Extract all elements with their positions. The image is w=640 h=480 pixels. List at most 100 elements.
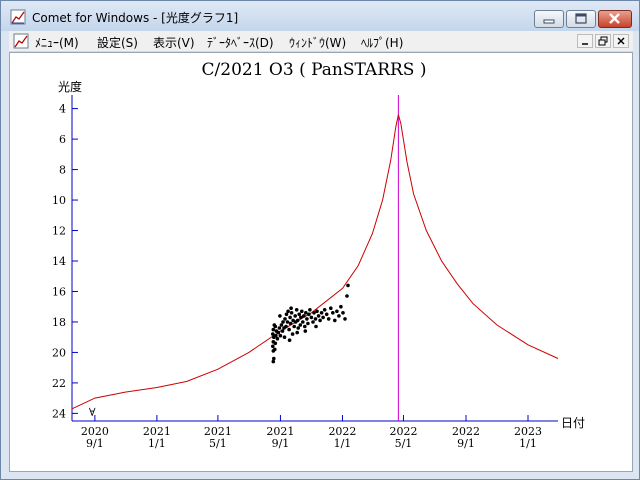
maximize-button[interactable] bbox=[566, 10, 596, 28]
observation-point bbox=[278, 333, 283, 338]
observation-point bbox=[280, 329, 285, 333]
light-curve-chart[interactable]: C/2021 O3 ( PanSTARRS ) 光度 日付 4 6 8 10 12 14 1… bbox=[10, 53, 632, 471]
observation-point bbox=[314, 324, 318, 329]
observation-point bbox=[301, 320, 305, 324]
observation-point bbox=[282, 335, 287, 340]
child-minimize-button[interactable] bbox=[577, 34, 593, 48]
app-window: Comet for Windows - [光度グラフ1] ﾒﾆｭｰ(M) 設定(… bbox=[0, 0, 640, 480]
y-tick-label: 10 bbox=[52, 194, 66, 207]
graph-document-icon[interactable] bbox=[10, 9, 26, 25]
observation-point bbox=[271, 344, 275, 349]
observation-point bbox=[289, 311, 294, 315]
graph-client-area: C/2021 O3 ( PanSTARRS ) 光度 日付 4 6 8 10 12 14 1… bbox=[9, 52, 633, 472]
child-close-button[interactable] bbox=[613, 34, 629, 48]
close-icon bbox=[609, 13, 620, 24]
observation-point bbox=[305, 317, 309, 321]
observation-point bbox=[288, 315, 292, 320]
observation-point bbox=[295, 330, 300, 335]
observation-point bbox=[313, 317, 318, 321]
menu-window[interactable]: ｳｨﾝﾄﾞｳ(W) bbox=[289, 34, 346, 51]
observation-point bbox=[346, 283, 350, 288]
observation-point bbox=[315, 309, 319, 314]
observation-point bbox=[316, 314, 321, 318]
observation-point bbox=[273, 341, 278, 346]
date-marker: ∀ bbox=[89, 406, 96, 419]
observation-point bbox=[294, 308, 299, 312]
y-tick-label: 22 bbox=[52, 377, 66, 390]
close-button[interactable] bbox=[598, 10, 632, 28]
chart-title: C/2021 O3 ( PanSTARRS ) bbox=[202, 60, 427, 80]
minimize-icon bbox=[543, 19, 555, 24]
y-tick-label: 18 bbox=[52, 316, 66, 329]
observation-point bbox=[277, 326, 282, 330]
child-close-icon bbox=[617, 37, 625, 45]
observation-point bbox=[271, 332, 275, 336]
observation-point bbox=[283, 317, 287, 321]
observation-point bbox=[309, 315, 314, 320]
observation-point bbox=[343, 317, 347, 321]
observation-point bbox=[296, 326, 301, 330]
x-tick-label-date: 1/1 bbox=[519, 437, 537, 450]
observation-point bbox=[292, 324, 297, 329]
child-restore-icon bbox=[598, 36, 608, 46]
menu-view[interactable]: 表示(V) bbox=[153, 34, 195, 51]
observation-point bbox=[341, 311, 345, 315]
observation-point bbox=[290, 332, 295, 336]
observation-point bbox=[298, 323, 303, 327]
observation-point bbox=[285, 320, 290, 324]
observation-point bbox=[308, 308, 312, 312]
x-tick-label-date: 9/1 bbox=[86, 437, 104, 450]
y-tick-label: 8 bbox=[59, 164, 66, 177]
observation-point bbox=[306, 321, 310, 326]
observation-point bbox=[318, 318, 322, 323]
y-axis-label: 光度 bbox=[58, 79, 82, 94]
observation-point bbox=[302, 314, 306, 318]
x-tick-label-date: 5/1 bbox=[209, 437, 227, 450]
observation-point bbox=[326, 317, 331, 321]
y-tick-label: 14 bbox=[52, 255, 66, 268]
x-tick-label-date: 1/1 bbox=[148, 437, 166, 450]
menu-bar: ﾒﾆｭｰ(M) 設定(S) 表示(V) ﾃﾞｰﾀﾍﾞｰｽ(D) ｳｨﾝﾄﾞｳ(W… bbox=[9, 31, 633, 52]
child-minimize-icon bbox=[582, 43, 588, 45]
observation-point bbox=[271, 359, 276, 364]
menu-menu[interactable]: ﾒﾆｭｰ(M) bbox=[35, 34, 79, 51]
minimize-button[interactable] bbox=[534, 10, 564, 28]
observation-point bbox=[278, 314, 282, 318]
observation-point bbox=[273, 324, 278, 329]
y-tick-label: 6 bbox=[59, 133, 66, 146]
y-tick-label: 20 bbox=[52, 346, 66, 359]
observation-point bbox=[303, 329, 308, 333]
observation-point bbox=[321, 315, 325, 320]
observation-point bbox=[303, 324, 307, 329]
child-restore-button[interactable] bbox=[595, 34, 611, 48]
menu-database[interactable]: ﾃﾞｰﾀﾍﾞｰｽ(D) bbox=[207, 34, 274, 51]
observation-point bbox=[276, 330, 281, 335]
x-tick-label-date: 1/1 bbox=[334, 437, 352, 450]
observation-point bbox=[307, 312, 311, 317]
observation-point bbox=[331, 311, 335, 315]
maximize-icon bbox=[575, 13, 587, 24]
menu-settings[interactable]: 設定(S) bbox=[97, 34, 138, 51]
observation-point bbox=[271, 327, 276, 332]
menu-help[interactable]: ﾍﾙﾌﾟ(H) bbox=[361, 34, 403, 51]
observation-point bbox=[289, 306, 293, 310]
observation-point bbox=[304, 311, 308, 315]
child-window-icon[interactable] bbox=[13, 33, 29, 49]
window-title: Comet for Windows - [光度グラフ1] bbox=[32, 11, 239, 25]
observation-point bbox=[339, 304, 343, 309]
y-tick-label: 4 bbox=[59, 103, 66, 116]
observation-point bbox=[286, 309, 290, 314]
observation-point bbox=[297, 312, 302, 317]
title-bar[interactable]: Comet for Windows - [光度グラフ1] bbox=[1, 1, 639, 31]
observation-point bbox=[273, 347, 277, 352]
observation-point bbox=[329, 306, 333, 310]
y-tick-label: 12 bbox=[52, 225, 66, 238]
observation-point bbox=[284, 324, 288, 329]
observation-point bbox=[333, 318, 337, 323]
observation-point bbox=[337, 314, 341, 318]
observation-point bbox=[300, 309, 304, 314]
observation-point bbox=[345, 294, 349, 298]
observation-point bbox=[287, 338, 292, 343]
observation-point bbox=[281, 320, 285, 324]
x-tick-label-date: 5/1 bbox=[395, 437, 413, 450]
